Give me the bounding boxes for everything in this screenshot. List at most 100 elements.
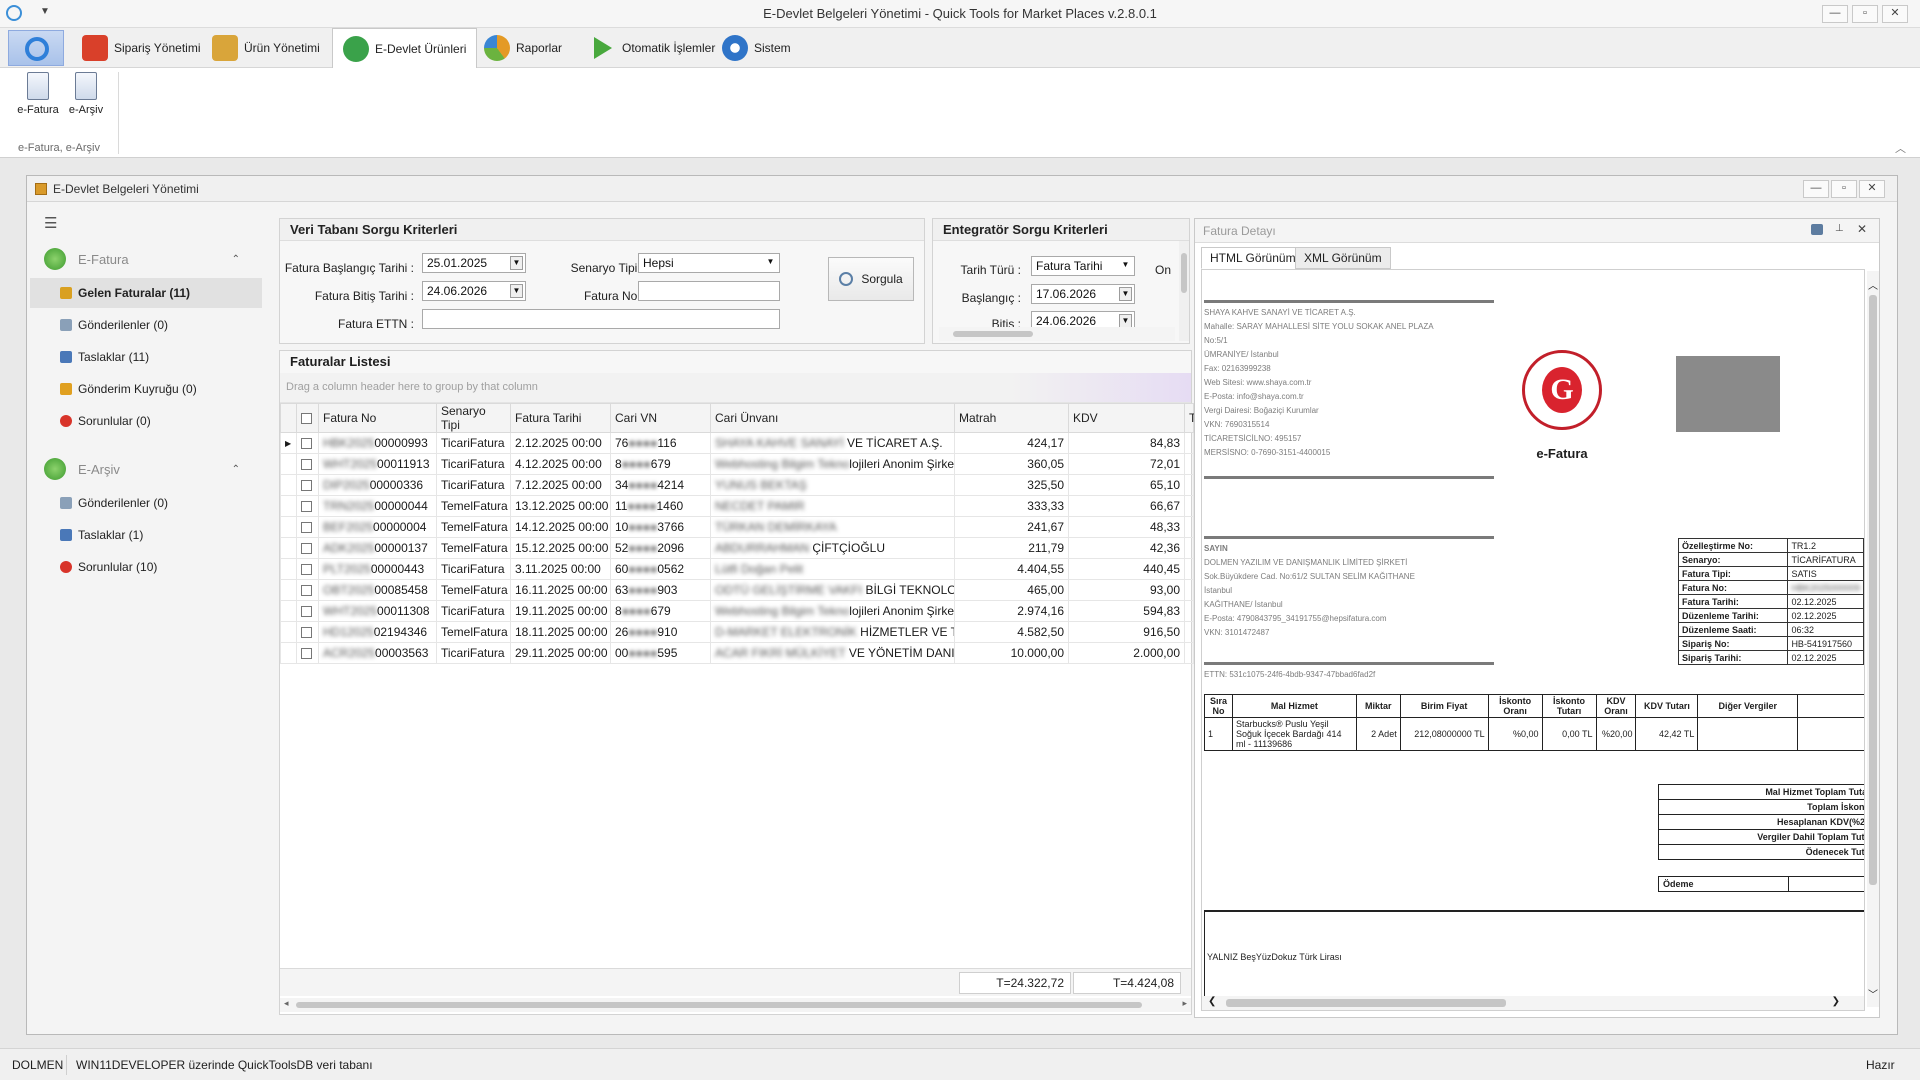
row-checkbox[interactable] xyxy=(296,432,319,454)
checkbox-icon[interactable] xyxy=(301,585,312,597)
tab-sistem[interactable]: Sistem xyxy=(712,28,801,68)
minimize-button[interactable]: — xyxy=(1822,5,1848,23)
sidebar-group-e-fatura[interactable]: E-Fatura ⌃ xyxy=(30,244,262,274)
date-type-select[interactable]: Fatura Tarihi ▼ xyxy=(1031,256,1135,276)
checkbox-icon[interactable] xyxy=(301,522,312,534)
scroll-left-arrow-icon[interactable]: ◂ xyxy=(284,998,289,1009)
checkbox-icon[interactable] xyxy=(301,480,312,492)
scroll-thumb[interactable] xyxy=(953,331,1033,337)
tab-e-devlet-urunleri[interactable]: E-Devlet Ürünleri xyxy=(332,28,478,69)
pin-icon[interactable]: ⊥ xyxy=(1835,223,1844,234)
start-date-picker[interactable]: 25.01.2025 ▼ xyxy=(422,253,526,273)
checkbox-icon[interactable] xyxy=(301,606,312,618)
scroll-right-arrow-icon[interactable]: ▸ xyxy=(1182,998,1187,1009)
collapse-chevron-icon[interactable]: ⌃ xyxy=(232,254,240,265)
tab-otomatik-islemler[interactable]: Otomatik İşlemler xyxy=(580,28,725,68)
column-header-senaryo-tipi[interactable]: Senaryo Tipi xyxy=(436,403,511,433)
scroll-thumb[interactable] xyxy=(1226,999,1506,1007)
column-header-fatura-tarihi[interactable]: Fatura Tarihi xyxy=(510,403,611,433)
sidebar-item-gonderilenler[interactable]: Gönderilenler (0) xyxy=(30,310,262,340)
table-row[interactable]: DIP202500000336 TicariFatura 7.12.2025 0… xyxy=(280,474,1194,496)
sidebar-item-arsiv-gonderilenler[interactable]: Gönderilenler (0) xyxy=(30,488,262,518)
collapse-chevron-icon[interactable]: ⌃ xyxy=(232,464,240,475)
table-row[interactable]: OBT202500085458 TemelFatura 16.11.2025 0… xyxy=(280,579,1194,601)
sidebar-item-taslaklar[interactable]: Taslaklar (11) xyxy=(30,342,262,372)
checkbox-icon[interactable] xyxy=(301,413,312,425)
row-checkbox[interactable] xyxy=(296,495,319,517)
maximize-button[interactable]: ▫ xyxy=(1852,5,1878,23)
scroll-down-arrow-icon[interactable]: ﹀ xyxy=(1868,986,1878,1001)
table-row[interactable]: ACR202500003563 TicariFatura 29.11.2025 … xyxy=(280,642,1194,664)
tab-xml-gorunum[interactable]: XML Görünüm xyxy=(1295,247,1391,269)
hamburger-menu-icon[interactable]: ☰ xyxy=(44,214,57,232)
row-checkbox[interactable] xyxy=(296,474,319,496)
scroll-thumb[interactable] xyxy=(1181,253,1187,293)
sidebar-item-gelen-faturalar[interactable]: Gelen Faturalar (11) xyxy=(30,278,262,308)
checkbox-icon[interactable] xyxy=(301,627,312,639)
column-header-cari-vn[interactable]: Cari VN xyxy=(610,403,711,433)
tab-html-gorunum[interactable]: HTML Görünüm xyxy=(1201,247,1305,269)
print-icon[interactable] xyxy=(1811,224,1823,235)
row-checkbox[interactable] xyxy=(296,621,319,643)
sorgula-button[interactable]: Sorgula xyxy=(828,257,914,301)
group-by-hint[interactable]: Drag a column header here to group by th… xyxy=(280,373,1191,403)
horizontal-scrollbar[interactable] xyxy=(939,327,1175,341)
scroll-right-arrow-icon[interactable]: ❯ xyxy=(1832,996,1840,1007)
row-checkbox[interactable] xyxy=(296,600,319,622)
dropdown-arrow-icon[interactable]: ▼ xyxy=(1119,314,1132,328)
row-checkbox[interactable] xyxy=(296,642,319,664)
integrator-start-picker[interactable]: 17.06.2026 ▼ xyxy=(1031,284,1135,304)
document-vertical-scrollbar[interactable]: ︿ ﹀ xyxy=(1867,271,1879,1007)
tab-siparis-yonetimi[interactable]: Sipariş Yönetimi xyxy=(72,28,210,68)
sidebar-item-gonderim-kuyrugu[interactable]: Gönderim Kuyruğu (0) xyxy=(30,374,262,404)
dropdown-arrow-icon[interactable]: ▼ xyxy=(1119,287,1132,301)
ettn-input[interactable] xyxy=(422,309,780,329)
column-header-cari-unvani[interactable]: Cari Ünvanı xyxy=(710,403,955,433)
table-row[interactable]: ▶ HBK202500000993 TicariFatura 2.12.2025… xyxy=(280,432,1194,454)
row-checkbox[interactable] xyxy=(296,558,319,580)
select-all-checkbox[interactable] xyxy=(296,403,319,433)
grid-horizontal-scrollbar[interactable]: ◂ ▸ xyxy=(280,998,1191,1012)
table-row[interactable]: WHT202500011308 TicariFatura 19.11.2025 … xyxy=(280,600,1194,622)
checkbox-icon[interactable] xyxy=(301,459,312,471)
vertical-scrollbar[interactable] xyxy=(1179,241,1189,341)
application-menu-button[interactable] xyxy=(8,30,64,66)
checkbox-icon[interactable] xyxy=(301,438,312,450)
mdi-close-button[interactable]: ✕ xyxy=(1859,180,1885,198)
table-row[interactable]: HD1202502194346 TemelFatura 18.11.2025 0… xyxy=(280,621,1194,643)
checkbox-icon[interactable] xyxy=(301,564,312,576)
end-date-picker[interactable]: 24.06.2026 ▼ xyxy=(422,281,526,301)
checkbox-icon[interactable] xyxy=(301,543,312,555)
row-checkbox[interactable] xyxy=(296,516,319,538)
column-header-kdv[interactable]: KDV xyxy=(1068,403,1185,433)
invoice-no-input[interactable] xyxy=(638,281,780,301)
column-header-fatura-no[interactable]: Fatura No xyxy=(318,403,437,433)
scroll-up-arrow-icon[interactable]: ︿ xyxy=(1868,277,1878,292)
mdi-maximize-button[interactable]: ▫ xyxy=(1831,180,1857,198)
e-fatura-button[interactable]: e-Fatura xyxy=(16,72,60,116)
scroll-thumb[interactable] xyxy=(1869,295,1877,885)
column-header-matrah[interactable]: Matrah xyxy=(954,403,1069,433)
table-row[interactable]: PLT202500000443 TicariFatura 3.11.2025 0… xyxy=(280,558,1194,580)
table-row[interactable]: WHT202500011913 TicariFatura 4.12.2025 0… xyxy=(280,453,1194,475)
row-checkbox[interactable] xyxy=(296,453,319,475)
e-arsiv-button[interactable]: e-Arşiv xyxy=(64,72,108,116)
close-button[interactable]: ✕ xyxy=(1882,5,1908,23)
dropdown-arrow-icon[interactable]: ▼ xyxy=(1119,259,1132,273)
dropdown-arrow-icon[interactable]: ▼ xyxy=(510,284,523,298)
dropdown-arrow-icon[interactable]: ▼ xyxy=(510,256,523,270)
scroll-left-arrow-icon[interactable]: ❮ xyxy=(1208,996,1216,1007)
mdi-minimize-button[interactable]: — xyxy=(1803,180,1829,198)
table-row[interactable]: ADK202500000137 TemelFatura 15.12.2025 0… xyxy=(280,537,1194,559)
tab-urun-yonetimi[interactable]: Ürün Yönetimi xyxy=(202,28,330,68)
ribbon-collapse-icon[interactable]: ︿ xyxy=(1895,140,1906,156)
scroll-thumb[interactable] xyxy=(296,1002,1142,1008)
close-icon[interactable]: ✕ xyxy=(1857,222,1867,236)
sidebar-item-sorunlular[interactable]: Sorunlular (0) xyxy=(30,406,262,436)
sidebar-item-arsiv-sorunlular[interactable]: Sorunlular (10) xyxy=(30,552,262,582)
dropdown-arrow-icon[interactable]: ▼ xyxy=(764,256,777,270)
document-horizontal-scrollbar[interactable]: ❮ ❯ xyxy=(1202,996,1864,1010)
checkbox-icon[interactable] xyxy=(301,648,312,660)
checkbox-icon[interactable] xyxy=(301,501,312,513)
scenario-select[interactable]: Hepsi ▼ xyxy=(638,253,780,273)
